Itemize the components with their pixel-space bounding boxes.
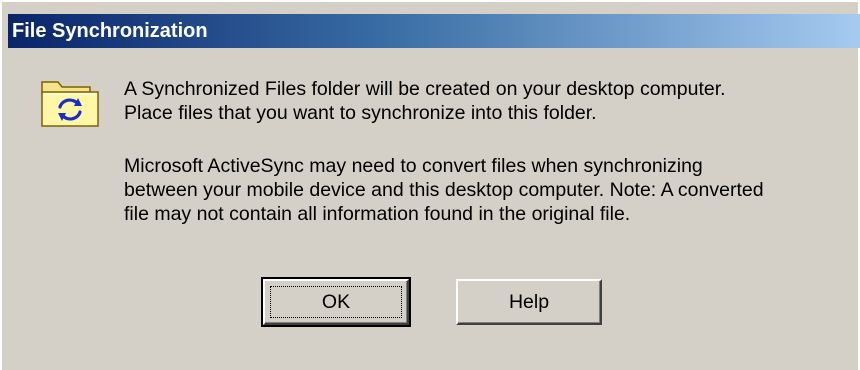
message-paragraph-1: A Synchronized Files folder will be crea… (124, 77, 726, 125)
message-paragraph-2: Microsoft ActiveSync may need to convert… (124, 154, 764, 226)
help-button[interactable]: Help (456, 279, 602, 325)
sync-folder-icon (38, 72, 104, 132)
help-button-label: Help (508, 291, 550, 313)
message-line: Place files that you want to synchronize… (124, 102, 597, 124)
dialog-title: File Synchronization (12, 20, 208, 42)
ok-button[interactable]: OK (261, 277, 411, 327)
message-line: file may not contain all information fou… (124, 203, 631, 225)
dialog-title-bar[interactable]: File Synchronization (8, 14, 860, 48)
message-line: Microsoft ActiveSync may need to convert… (124, 155, 703, 177)
ok-button-label: OK (270, 286, 402, 318)
message-line: A Synchronized Files folder will be crea… (124, 78, 726, 100)
file-sync-dialog: File Synchronization A Synchronized File… (0, 0, 860, 370)
message-line: between your mobile device and this desk… (124, 179, 764, 201)
